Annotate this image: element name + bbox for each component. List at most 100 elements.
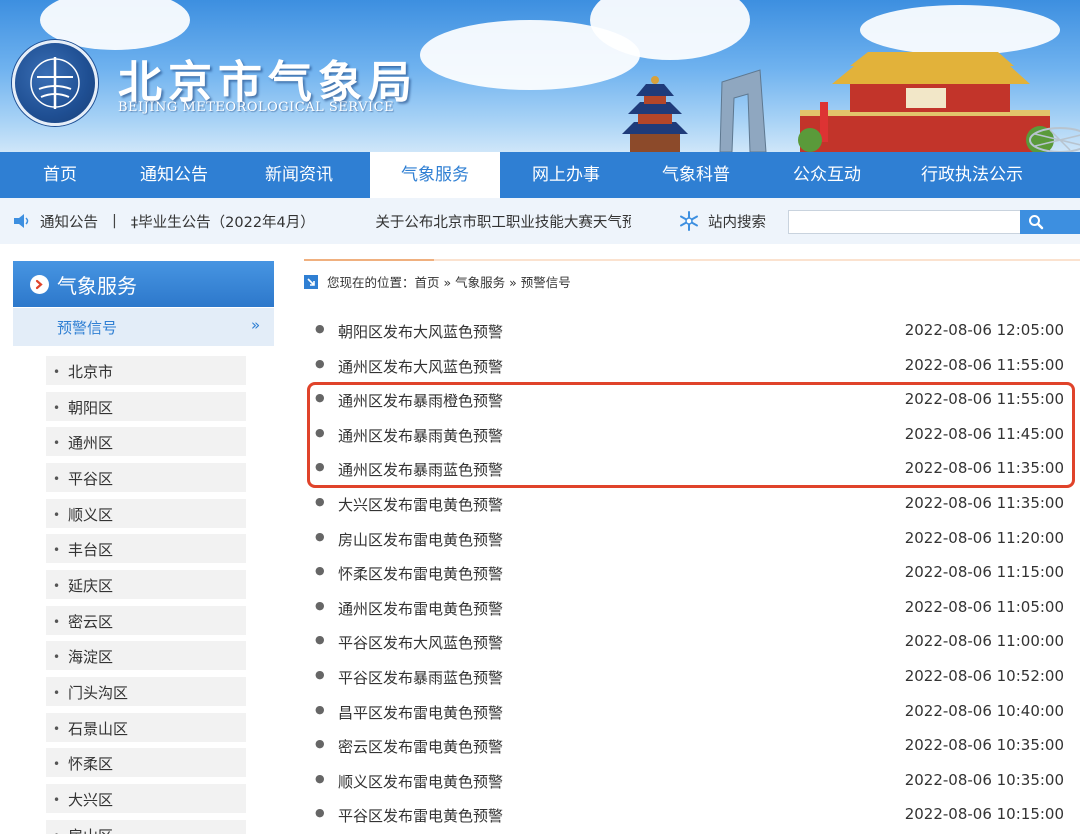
sidebar-item-district[interactable]: • 海淀区: [46, 641, 246, 671]
bullet-icon: •: [53, 614, 61, 629]
notice-item[interactable]: 关于公布北京市职工职业技能大赛天气预: [375, 211, 631, 232]
nav-item-weather-service[interactable]: 气象服务: [370, 152, 500, 198]
warning-time: 2022-08-06 11:05:00: [904, 597, 1064, 616]
sidebar-item-district[interactable]: • 平谷区: [46, 462, 246, 492]
warning-title[interactable]: 平谷区发布雷电黄色预警: [338, 805, 503, 826]
sidebar-item-district[interactable]: • 密云区: [46, 605, 246, 635]
search-icon: [1029, 215, 1044, 230]
warning-time: 2022-08-06 12:05:00: [904, 321, 1064, 339]
sidebar-item-district[interactable]: • 延庆区: [46, 569, 246, 599]
warning-time: 2022-08-06 10:35:00: [904, 770, 1064, 789]
sidebar-item-district[interactable]: • 朝阳区: [46, 391, 246, 421]
breadcrumb-divider-accent: [304, 259, 434, 261]
warning-time: 2022-08-06 11:35:00: [904, 493, 1064, 512]
nav-item-notices[interactable]: 通知公告: [120, 152, 228, 198]
bullet-icon: •: [53, 829, 60, 834]
sidebar-title: 气象服务: [57, 273, 137, 298]
bullet-icon: •: [53, 400, 61, 415]
warning-time: 2022-08-06 10:40:00: [904, 701, 1064, 720]
bullet-icon: •: [53, 578, 61, 593]
nav-item-online-services[interactable]: 网上办事: [500, 152, 632, 198]
sidebar-item-district[interactable]: • 石景山区: [46, 712, 246, 742]
bureau-logo[interactable]: [12, 40, 98, 126]
warning-row[interactable]: ● 朝阳区发布大风蓝色预警 2022-08-06 12:05:00: [304, 313, 1080, 348]
warning-row[interactable]: ● 大兴区发布雷电黄色预警 2022-08-06 11:35:00: [304, 486, 1080, 521]
warning-title[interactable]: 平谷区发布大风蓝色预警: [338, 632, 503, 653]
warning-time: 2022-08-06 11:15:00: [904, 563, 1064, 582]
nav-item-science[interactable]: 气象科普: [632, 152, 760, 198]
speaker-icon: [14, 214, 29, 228]
notice-marquee: ‡毕业生公告（2022年4月） 关于公布北京市职工职业技能大赛天气预: [131, 211, 631, 232]
sidebar-item-district[interactable]: • 顺义区: [46, 498, 246, 528]
warning-time: 2022-08-06 11:00:00: [904, 632, 1064, 651]
bullet-icon: ●: [315, 633, 325, 647]
breadcrumb: 您现在的位置：首页 » 气象服务 » 预警信号: [304, 272, 571, 291]
notice-separator: |: [112, 213, 117, 229]
header-banner: 北京市气象局 BEIJING METEOROLOGICAL SERVICE: [0, 0, 1080, 152]
bullet-icon: •: [53, 721, 61, 736]
warning-time: 2022-08-06 11:20:00: [904, 528, 1064, 547]
warning-time: 2022-08-06 11:55:00: [904, 355, 1064, 374]
sidebar-item-district[interactable]: • 北京市: [46, 356, 246, 385]
warning-title[interactable]: 密云区发布雷电黄色预警: [338, 736, 503, 757]
site-search-input[interactable]: [788, 210, 1022, 234]
bullet-icon: ●: [315, 529, 325, 543]
bullet-icon: ●: [315, 322, 325, 335]
bullet-icon: •: [53, 757, 61, 772]
warning-row[interactable]: ● 顺义区发布雷电黄色预警 2022-08-06 10:35:00: [304, 763, 1080, 798]
bullet-icon: ●: [315, 737, 325, 751]
breadcrumb-text[interactable]: 您现在的位置：首页 » 气象服务 » 预警信号: [327, 272, 571, 291]
warning-title[interactable]: 朝阳区发布大风蓝色预警: [338, 321, 503, 342]
warning-title[interactable]: 大兴区发布雷电黄色预警: [338, 494, 503, 515]
bullet-icon: •: [53, 543, 61, 558]
warning-title[interactable]: 房山区发布雷电黄色预警: [338, 529, 503, 550]
bullet-icon: •: [53, 436, 61, 451]
warning-title[interactable]: 怀柔区发布雷电黄色预警: [338, 563, 503, 584]
bullet-icon: ●: [315, 356, 325, 370]
sidebar-item-district[interactable]: •房山区: [46, 819, 246, 834]
location-arrow-icon: [304, 274, 318, 289]
sidebar-header: 气象服务: [13, 261, 274, 307]
warning-time: 2022-08-06 10:35:00: [904, 736, 1064, 755]
warning-row[interactable]: ● 平谷区发布大风蓝色预警 2022-08-06 11:00:00: [304, 624, 1080, 659]
snowflake-icon: [680, 211, 698, 231]
sidebar-item-district[interactable]: • 怀柔区: [46, 748, 246, 778]
warning-title[interactable]: 昌平区发布雷电黄色预警: [338, 702, 503, 723]
highlight-annotation-box: [307, 382, 1075, 488]
nav-item-home[interactable]: 首页: [0, 152, 120, 198]
nav-item-news[interactable]: 新闻资讯: [228, 152, 370, 198]
notice-bar: 通知公告 | ‡毕业生公告（2022年4月） 关于公布北京市职工职业技能大赛天气…: [0, 198, 1080, 244]
warning-row[interactable]: ● 平谷区发布雷电黄色预警 2022-08-06 10:15:00: [304, 797, 1080, 832]
search-label: 站内搜索: [708, 215, 766, 231]
warning-row[interactable]: ● 通州区发布雷电黄色预警 2022-08-06 11:05:00: [304, 590, 1080, 625]
notice-item[interactable]: ‡毕业生公告（2022年4月）: [131, 211, 315, 232]
warning-title[interactable]: 平谷区发布暴雨蓝色预警: [338, 667, 503, 688]
warning-title[interactable]: 通州区发布雷电黄色预警: [338, 598, 503, 619]
sidebar-item-district[interactable]: • 大兴区: [46, 783, 246, 813]
warning-title[interactable]: 顺义区发布雷电黄色预警: [338, 771, 503, 792]
warning-row[interactable]: ● 通州区发布大风蓝色预警 2022-08-06 11:55:00: [304, 348, 1080, 383]
bullet-icon: ●: [315, 667, 325, 681]
warning-row[interactable]: ● 平谷区发布暴雨蓝色预警 2022-08-06 10:52:00: [304, 659, 1080, 694]
warning-row[interactable]: ● 昌平区发布雷电黄色预警 2022-08-06 10:40:00: [304, 694, 1080, 729]
sidebar-current-section[interactable]: 预警信号 »: [13, 308, 274, 346]
warning-row[interactable]: ● 房山区发布雷电黄色预警 2022-08-06 11:20:00: [304, 521, 1080, 556]
warning-row[interactable]: ● 密云区发布雷电黄色预警 2022-08-06 10:35:00: [304, 728, 1080, 763]
sidebar-item-district[interactable]: • 通州区: [46, 427, 246, 457]
search-button[interactable]: [1020, 210, 1080, 234]
sidebar-item-district[interactable]: • 门头沟区: [46, 676, 246, 706]
bullet-icon: •: [53, 471, 61, 486]
nav-item-interaction[interactable]: 公众互动: [760, 152, 894, 198]
bullet-icon: •: [53, 792, 61, 807]
bullet-icon: ●: [315, 564, 325, 578]
nav-item-enforcement[interactable]: 行政执法公示: [894, 152, 1050, 198]
warning-title[interactable]: 通州区发布大风蓝色预警: [338, 356, 503, 377]
sidebar-current-label: 预警信号: [57, 319, 118, 337]
warning-time: 2022-08-06 10:15:00: [904, 805, 1064, 824]
warning-row[interactable]: ● 怀柔区发布雷电黄色预警 2022-08-06 11:15:00: [304, 555, 1080, 590]
sidebar-item-district[interactable]: • 丰台区: [46, 534, 246, 564]
notice-label[interactable]: 通知公告: [40, 211, 98, 232]
bullet-icon: •: [53, 685, 61, 700]
warning-time: 2022-08-06 10:52:00: [904, 666, 1064, 685]
bullet-icon: ●: [315, 771, 325, 785]
